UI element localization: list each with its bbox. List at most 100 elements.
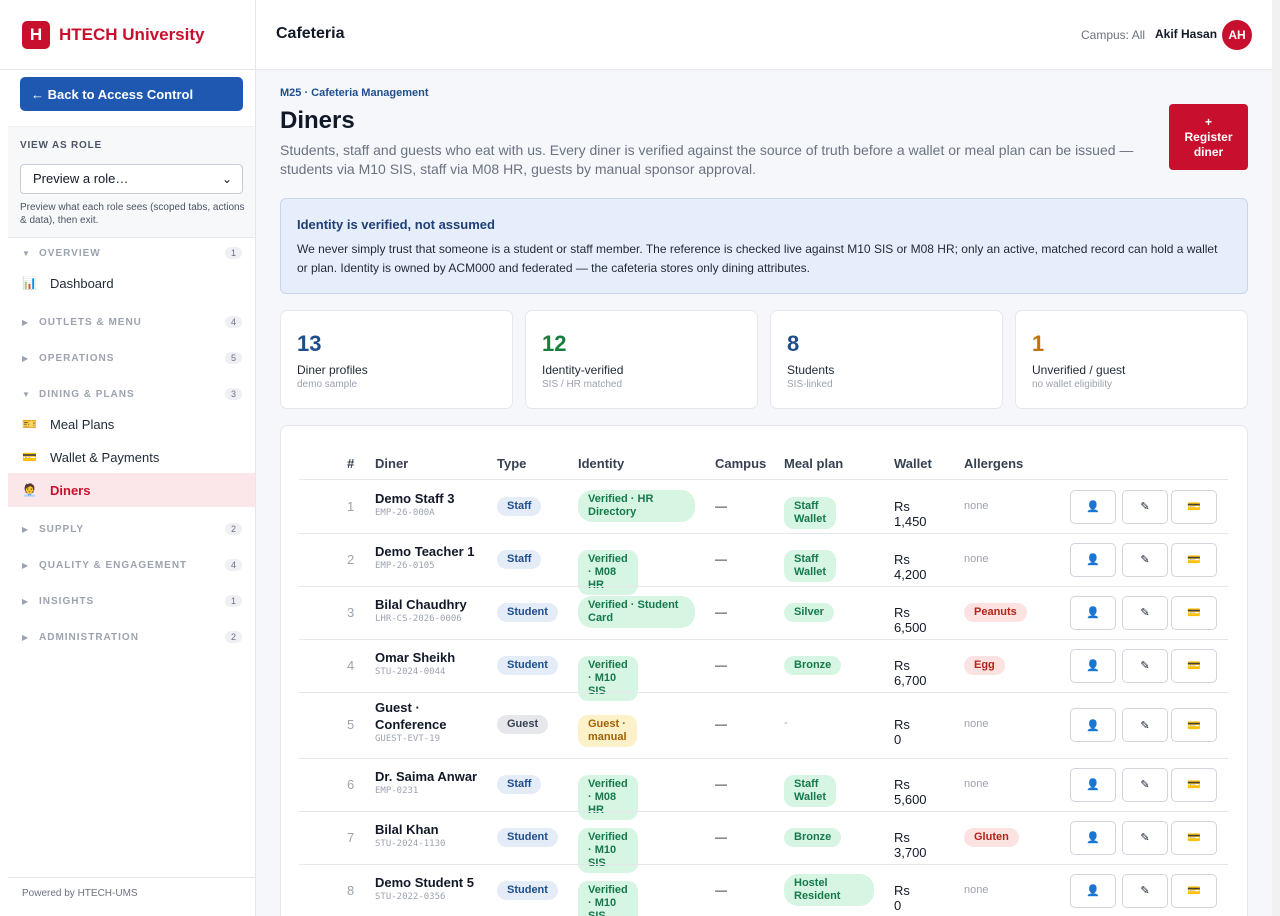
edit-diner-button[interactable]: ✎: [1122, 873, 1168, 908]
kpi-value: 1: [1032, 331, 1045, 356]
user-name[interactable]: Akif Hasan: [1155, 27, 1217, 41]
sidebar-item-meal-plans[interactable]: 🎫 Meal Plans: [8, 407, 255, 441]
diner-name[interactable]: Dr. Saima Anwar: [375, 768, 485, 785]
diner-cell[interactable]: Bilal Chaudhry LHR-CS-2026-0006: [375, 596, 485, 624]
wallet-button[interactable]: 💳: [1171, 542, 1217, 577]
edit-diner-button[interactable]: ✎: [1122, 708, 1168, 742]
wallet-button[interactable]: 💳: [1171, 767, 1217, 802]
wallet-button[interactable]: 💳: [1171, 648, 1217, 683]
sidebar-item-wallet-payments[interactable]: 💳 Wallet & Payments: [8, 440, 255, 474]
view-profile-button[interactable]: 👤: [1070, 489, 1116, 524]
wallet-button[interactable]: 💳: [1171, 820, 1217, 855]
view-profile-button[interactable]: 👤: [1070, 820, 1116, 855]
row-number: 2: [347, 551, 355, 567]
view-profile-button[interactable]: 👤: [1070, 542, 1116, 577]
diner-name[interactable]: Guest · Conference: [375, 699, 485, 733]
wallet-balance: Rs 5,600: [894, 776, 927, 807]
nav-section-operations[interactable]: ▶ OPERATIONS 5: [22, 349, 242, 367]
column-header-diner[interactable]: Diner: [375, 456, 408, 471]
column-header-identity[interactable]: Identity: [578, 456, 624, 471]
campus-value: —: [715, 498, 727, 513]
diner-id: EMP-0231: [375, 785, 419, 796]
diner-name[interactable]: Demo Staff 3: [375, 490, 485, 507]
nav-section-label: SUPPLY: [39, 523, 85, 535]
sidebar-item-label: Meal Plans: [50, 416, 115, 432]
nav-section-dining-plans[interactable]: ▼ DINING & PLANS 3: [22, 385, 242, 403]
chevron-right-icon: ▶: [22, 596, 29, 606]
campus-value: —: [715, 551, 727, 566]
sidebar-item-dashboard[interactable]: 📊 Dashboard: [8, 266, 255, 300]
edit-diner-button[interactable]: ✎: [1122, 595, 1168, 630]
brand[interactable]: H HTECH University: [0, 0, 255, 70]
allergens-value: none: [964, 718, 989, 730]
back-to-access-control-button[interactable]: ← Back to Access Control: [20, 77, 243, 111]
diner-name[interactable]: Demo Student 5: [375, 874, 485, 891]
diner-name[interactable]: Bilal Khan: [375, 821, 485, 838]
diner-name[interactable]: Demo Teacher 1: [375, 543, 485, 560]
row-number: 7: [347, 829, 355, 845]
card-icon: 💳: [1187, 832, 1201, 844]
register-diner-button[interactable]: + Register diner: [1169, 104, 1248, 170]
column-header-wallet[interactable]: Wallet: [894, 456, 932, 471]
nav-section-supply[interactable]: ▶ SUPPLY 2: [22, 520, 242, 538]
edit-diner-button[interactable]: ✎: [1122, 542, 1168, 577]
nav-section-label: OUTLETS & MENU: [39, 316, 142, 328]
row-divider: [299, 533, 1228, 534]
row-divider: [299, 639, 1228, 640]
view-profile-button[interactable]: 👤: [1070, 648, 1116, 683]
allergens-value: none: [964, 552, 989, 565]
diner-cell[interactable]: Guest · Conference GUEST-EVT-19: [375, 699, 485, 744]
meal-plan-badge: Silver: [784, 602, 834, 622]
diner-cell[interactable]: Demo Staff 3 EMP-26-000A: [375, 490, 485, 518]
person-icon: 👤: [1086, 607, 1100, 619]
diner-cell[interactable]: Omar Sheikh STU-2024-0044: [375, 649, 485, 677]
view-profile-button[interactable]: 👤: [1070, 708, 1116, 742]
diner-name[interactable]: Bilal Chaudhry: [375, 596, 485, 613]
ticket-icon: 🎫: [22, 417, 37, 431]
view-profile-button[interactable]: 👤: [1070, 873, 1116, 908]
diner-name[interactable]: Omar Sheikh: [375, 649, 485, 666]
sidebar: H HTECH University ← Back to Access Cont…: [0, 0, 256, 916]
column-header-type[interactable]: Type: [497, 456, 526, 471]
campus-selector[interactable]: Campus: All: [1081, 28, 1145, 42]
type-badge: Student: [497, 602, 558, 622]
column-header-campus[interactable]: Campus: [715, 456, 766, 471]
sidebar-item-diners[interactable]: 🧑‍💼 Diners: [8, 473, 255, 507]
wallet-button[interactable]: 💳: [1171, 489, 1217, 524]
wallet-button[interactable]: 💳: [1171, 595, 1217, 630]
role-select[interactable]: Preview a role… ⌄: [20, 164, 243, 194]
wallet-balance: Rs 6,700: [894, 657, 927, 688]
diner-cell[interactable]: Dr. Saima Anwar EMP-0231: [375, 768, 485, 796]
kpi-value: 12: [542, 331, 567, 356]
notice-title: Identity is verified, not assumed: [297, 217, 495, 232]
edit-diner-button[interactable]: ✎: [1122, 489, 1168, 524]
wallet-button[interactable]: 💳: [1171, 873, 1217, 908]
card-icon: 💳: [1187, 885, 1201, 897]
column-header-allergens[interactable]: Allergens: [964, 456, 1023, 471]
edit-diner-button[interactable]: ✎: [1122, 648, 1168, 683]
edit-icon: ✎: [1140, 779, 1150, 791]
diner-cell[interactable]: Demo Student 5 STU-2022-0356: [375, 874, 485, 902]
person-icon: 👤: [1086, 719, 1100, 732]
row-number: 5: [347, 717, 355, 732]
nav-section-overview[interactable]: ▼ OVERVIEW 1: [22, 244, 242, 262]
edit-diner-button[interactable]: ✎: [1122, 767, 1168, 802]
row-number: 1: [347, 498, 355, 514]
avatar[interactable]: AH: [1222, 20, 1252, 50]
meal-plan-badge: Bronze: [784, 655, 842, 675]
meal-plan-badge: Staff Wallet: [784, 774, 836, 807]
nav-section-insights[interactable]: ▶ INSIGHTS 1: [22, 592, 242, 610]
view-profile-button[interactable]: 👤: [1070, 767, 1116, 802]
diner-cell[interactable]: Demo Teacher 1 EMP-26-0105: [375, 543, 485, 571]
nav-section-administration[interactable]: ▶ ADMINISTRATION 2: [22, 628, 242, 646]
kpi-value: 13: [297, 331, 322, 356]
edit-diner-button[interactable]: ✎: [1122, 820, 1168, 855]
wallet-button[interactable]: 💳: [1171, 708, 1217, 742]
wallet-balance: Rs 3,700: [894, 829, 927, 860]
diner-cell[interactable]: Bilal Khan STU-2024-1130: [375, 821, 485, 849]
nav-section-quality-engagement[interactable]: ▶ QUALITY & ENGAGEMENT 4: [22, 556, 242, 574]
nav-section-outlets-menu[interactable]: ▶ OUTLETS & MENU 4: [22, 313, 242, 331]
view-profile-button[interactable]: 👤: [1070, 595, 1116, 630]
column-header-meal-plan[interactable]: Meal plan: [784, 456, 843, 471]
scrollbar[interactable]: [1272, 0, 1280, 916]
